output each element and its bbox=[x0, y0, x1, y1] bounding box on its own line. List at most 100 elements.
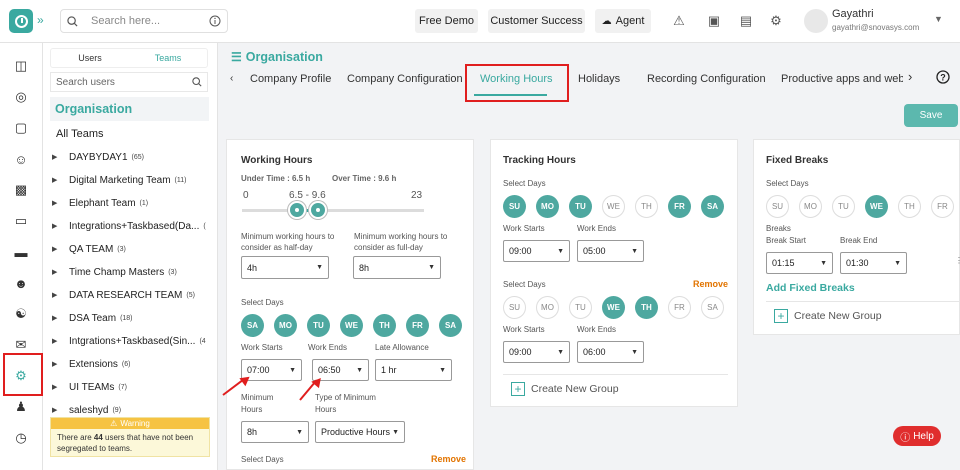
help-circle-icon[interactable]: ? bbox=[936, 70, 950, 87]
caret-right-icon[interactable]: ▶ bbox=[52, 337, 69, 345]
sidebar-org[interactable]: Organisation bbox=[50, 97, 209, 121]
calendar-icon[interactable]: ▢ bbox=[12, 119, 30, 137]
caret-right-icon[interactable]: ▶ bbox=[52, 268, 69, 276]
fullday-select[interactable]: 8h ▼ bbox=[353, 256, 441, 279]
team-item[interactable]: ▶ Intgrations+Taskbased(Sin... (4 bbox=[52, 333, 212, 349]
caret-right-icon[interactable]: ▶ bbox=[52, 291, 69, 299]
caret-right-icon[interactable]: ▶ bbox=[52, 153, 69, 161]
caret-right-icon[interactable]: ▶ bbox=[52, 176, 69, 184]
th-remove-button[interactable]: Remove bbox=[693, 279, 728, 289]
store-icon[interactable]: ▣ bbox=[705, 12, 723, 30]
team-item[interactable]: ▶ Elephant Team (1) bbox=[52, 195, 212, 211]
tab-scroll-right[interactable]: › bbox=[908, 69, 912, 84]
search-users-input[interactable]: Search users bbox=[56, 77, 192, 88]
user-menu[interactable]: Gayathri gayathri@snovasys.com ▼ bbox=[804, 6, 960, 38]
th-start-select-2[interactable]: 09:00 ▼ bbox=[503, 341, 570, 363]
slider-handle-start[interactable] bbox=[288, 201, 306, 219]
th-end-select-2[interactable]: 06:00 ▼ bbox=[577, 341, 644, 363]
team-item[interactable]: ▶ Integrations+Taskbased(Da...( bbox=[52, 218, 212, 234]
tab-users[interactable]: Users bbox=[51, 49, 129, 67]
help-button[interactable]: ⓘ Help bbox=[893, 426, 941, 446]
day-toggle[interactable]: MO bbox=[274, 314, 297, 337]
user-icon[interactable]: ☺ bbox=[12, 150, 30, 168]
add-fixed-breaks-link[interactable]: Add Fixed Breaks bbox=[766, 282, 855, 294]
monitor-icon[interactable]: ▭ bbox=[12, 212, 30, 230]
day-toggle[interactable]: FR bbox=[931, 195, 954, 218]
day-toggle[interactable]: TH bbox=[635, 195, 658, 218]
all-teams[interactable]: All Teams bbox=[56, 128, 103, 140]
day-toggle[interactable]: FR bbox=[668, 195, 691, 218]
tab-recording-configuration[interactable]: Recording Configuration bbox=[647, 73, 766, 85]
team-item[interactable]: ▶ Extensions (6) bbox=[52, 356, 212, 372]
org-chart-icon[interactable]: ☯ bbox=[12, 305, 30, 323]
tab-teams[interactable]: Teams bbox=[129, 49, 207, 67]
day-toggle[interactable]: WE bbox=[602, 296, 625, 319]
team-item[interactable]: ▶ UI TEAMs (7) bbox=[52, 379, 212, 395]
day-toggle[interactable]: TH bbox=[635, 296, 658, 319]
team-item[interactable]: ▶ Digital Marketing Team (11) bbox=[52, 172, 212, 188]
day-toggle[interactable]: SU bbox=[503, 296, 526, 319]
day-toggle[interactable]: SA bbox=[701, 195, 724, 218]
customer-success-button[interactable]: Customer Success bbox=[488, 9, 585, 33]
wh-remove-button[interactable]: Remove bbox=[431, 454, 466, 464]
free-demo-button[interactable]: Free Demo bbox=[415, 9, 478, 33]
team-item[interactable]: ▶ DSA Team (18) bbox=[52, 310, 212, 326]
fb-create-new-group[interactable]: + Create New Group bbox=[774, 309, 882, 323]
search-users-field[interactable]: Search users bbox=[50, 72, 208, 92]
team-item[interactable]: ▶ QA TEAM (3) bbox=[52, 241, 212, 257]
alarm-icon[interactable]: ◷ bbox=[12, 429, 30, 447]
th-end-select[interactable]: 05:00 ▼ bbox=[577, 240, 644, 262]
day-toggle[interactable]: SA bbox=[439, 314, 462, 337]
caret-right-icon[interactable]: ▶ bbox=[52, 406, 69, 414]
caret-right-icon[interactable]: ▶ bbox=[52, 383, 69, 391]
chevron-down-icon[interactable]: ▼ bbox=[934, 14, 943, 24]
day-toggle[interactable]: WE bbox=[865, 195, 888, 218]
day-toggle[interactable]: SA bbox=[241, 314, 264, 337]
card-icon[interactable]: ▬ bbox=[12, 243, 30, 261]
day-toggle[interactable]: TU bbox=[569, 195, 592, 218]
team-item[interactable]: ▶ DAYBYDAY1 (65) bbox=[52, 149, 212, 165]
save-button[interactable]: Save bbox=[904, 104, 958, 127]
day-toggle[interactable]: FR bbox=[668, 296, 691, 319]
fb-break-end-select[interactable]: 01:30 ▼ bbox=[840, 252, 907, 274]
menu-icon[interactable]: ☰ bbox=[231, 50, 242, 64]
caret-right-icon[interactable]: ▶ bbox=[52, 314, 69, 322]
caret-right-icon[interactable]: ▶ bbox=[52, 222, 69, 230]
day-toggle[interactable]: MO bbox=[536, 195, 559, 218]
day-toggle[interactable]: MO bbox=[536, 296, 559, 319]
info-icon[interactable] bbox=[209, 15, 221, 27]
team-item[interactable]: ▶ saleshyd (9) bbox=[52, 402, 212, 418]
dashboard-icon[interactable]: ◫ bbox=[12, 57, 30, 75]
tab-scroll-left[interactable]: ‹ bbox=[230, 73, 233, 84]
type-min-hours-select[interactable]: Productive Hours ▼ bbox=[315, 421, 405, 443]
th-create-new-group[interactable]: + Create New Group bbox=[511, 382, 619, 396]
day-toggle[interactable]: TH bbox=[898, 195, 921, 218]
user-badge-icon[interactable]: ♟ bbox=[12, 398, 30, 416]
late-allowance-select[interactable]: 1 hr ▼ bbox=[375, 359, 452, 381]
day-toggle[interactable]: TU bbox=[307, 314, 330, 337]
day-toggle[interactable]: FR bbox=[406, 314, 429, 337]
day-toggle[interactable]: WE bbox=[602, 195, 625, 218]
slider-track[interactable] bbox=[242, 209, 424, 212]
caret-right-icon[interactable]: ▶ bbox=[52, 245, 69, 253]
day-toggle[interactable]: MO bbox=[799, 195, 822, 218]
global-search[interactable]: Search here... bbox=[60, 9, 228, 33]
document-icon[interactable]: ▤ bbox=[737, 12, 755, 30]
day-toggle[interactable]: TH bbox=[373, 314, 396, 337]
day-toggle[interactable]: SU bbox=[766, 195, 789, 218]
tab-productive-apps[interactable]: Productive apps and web bbox=[781, 73, 903, 85]
search-input[interactable]: Search here... bbox=[91, 15, 209, 27]
caret-right-icon[interactable]: ▶ bbox=[52, 199, 69, 207]
day-toggle[interactable]: TU bbox=[569, 296, 592, 319]
fb-break-start-select[interactable]: 01:15 ▼ bbox=[766, 252, 833, 274]
warning-icon[interactable]: ⚠ bbox=[670, 12, 688, 30]
tab-company-profile[interactable]: Company Profile bbox=[250, 73, 331, 85]
expand-sidebar-icon[interactable]: » bbox=[37, 13, 44, 27]
tab-company-configuration[interactable]: Company Configuration bbox=[347, 73, 463, 85]
th-start-select[interactable]: 09:00 ▼ bbox=[503, 240, 570, 262]
more-icon[interactable]: ⋮ bbox=[955, 256, 960, 265]
day-toggle[interactable]: SU bbox=[503, 195, 526, 218]
users-icon[interactable]: ☻ bbox=[12, 274, 30, 292]
mail-icon[interactable]: ✉ bbox=[12, 336, 30, 354]
tab-holidays[interactable]: Holidays bbox=[578, 73, 620, 85]
